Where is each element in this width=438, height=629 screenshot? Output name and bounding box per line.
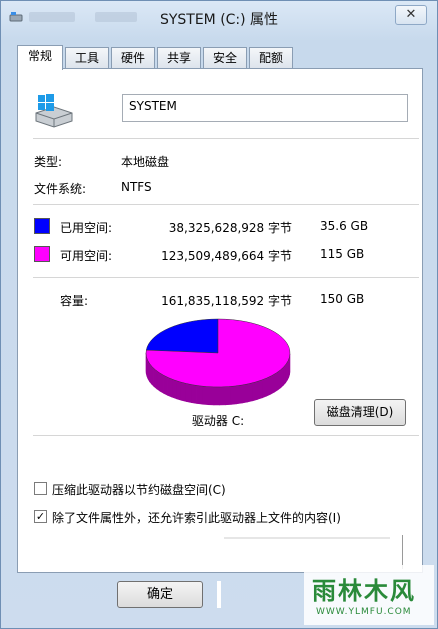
watermark-logo-text: 雨林木风: [312, 577, 416, 605]
watermark-url: WWW.YLMFU.COM: [316, 607, 412, 617]
volume-name-input[interactable]: SYSTEM: [122, 94, 408, 122]
disk-cleanup-button[interactable]: 磁盘清理(D): [314, 399, 406, 426]
pie-side-free: [230, 385, 238, 405]
free-space-size: 115 GB: [320, 247, 365, 261]
divider: [33, 138, 419, 139]
occluding-overlay-edge: [217, 581, 221, 608]
title-bar: SYSTEM (C:) 属性 ✕: [1, 1, 437, 35]
used-space-label: 已用空间:: [60, 221, 113, 235]
pie-side-free: [207, 386, 215, 406]
free-space-label: 可用空间:: [60, 249, 113, 263]
tab-security[interactable]: 安全: [203, 47, 247, 68]
disk-usage-pie-chart: [145, 318, 291, 406]
pie-side-free: [252, 380, 258, 402]
general-tab-panel: SYSTEM 类型: 本地磁盘 文件系统: NTFS 已用空间: 38,325,…: [17, 68, 423, 573]
pie-side-free: [176, 380, 182, 401]
used-space-bytes: 38,325,628,928 字节: [168, 221, 292, 235]
filesystem-value: NTFS: [121, 180, 152, 194]
tab-general[interactable]: 常规: [17, 45, 63, 70]
pie-side-free: [266, 375, 272, 397]
used-space-size: 35.6 GB: [320, 219, 369, 233]
pie-side-free: [202, 385, 209, 406]
pie-side-free: [159, 372, 164, 394]
pie-side-free: [185, 383, 192, 403]
index-checkbox[interactable]: ✓: [34, 510, 47, 523]
pie-slice-used: [145, 318, 219, 354]
properties-window: SYSTEM (C:) 属性 ✕ 常规 工具 硬件 共享 安全 配额 SYSTE…: [0, 0, 438, 629]
capacity-bytes: 161,835,118,592 字节: [161, 294, 292, 308]
window-title: SYSTEM (C:) 属性: [159, 12, 279, 28]
pie-side-free: [236, 384, 243, 405]
ok-button[interactable]: 确定: [117, 581, 203, 608]
tab-hardware[interactable]: 硬件: [111, 47, 155, 68]
tab-quota[interactable]: 配额: [249, 47, 293, 68]
index-checkbox-label: 除了文件属性外，还允许索引此驱动器上文件的内容(I): [52, 511, 341, 525]
pie-side-free: [156, 370, 161, 392]
pie-side-free: [283, 363, 286, 386]
tab-tools[interactable]: 工具: [65, 47, 109, 68]
pie-side-free: [241, 383, 248, 404]
drive-icon: [35, 94, 73, 128]
occluding-overlay-edge: [224, 537, 390, 539]
pie-side-free: [171, 378, 177, 400]
compress-checkbox-label: 压缩此驱动器以节约磁盘空间(C): [52, 483, 226, 497]
watermark: 雨林木风 WWW.YLMFU.COM: [304, 565, 434, 625]
pie-side-free: [274, 371, 279, 393]
compress-checkbox[interactable]: [34, 482, 47, 495]
pie-side-free: [153, 367, 158, 390]
capacity-size: 150 GB: [320, 292, 365, 306]
type-label: 类型:: [34, 155, 63, 169]
pie-side-free: [196, 385, 203, 405]
pie-side-free: [247, 382, 253, 403]
close-button[interactable]: ✕: [395, 5, 427, 25]
pie-side-free: [261, 377, 267, 399]
tab-sharing[interactable]: 共享: [157, 47, 201, 68]
divider: [33, 204, 419, 205]
pie-side-free: [219, 386, 226, 406]
pie-side-free: [167, 376, 173, 398]
free-space-bytes: 123,509,489,664 字节: [161, 249, 292, 263]
type-value: 本地磁盘: [121, 155, 170, 169]
free-space-swatch: [34, 246, 50, 262]
filesystem-label: 文件系统:: [34, 182, 87, 196]
pie-side-free: [191, 384, 198, 404]
pie-side-free: [270, 373, 275, 395]
pie-side-free: [277, 368, 282, 391]
occluding-overlay-edge: [402, 535, 403, 569]
capacity-label: 容量:: [60, 294, 89, 308]
divider: [33, 277, 419, 278]
divider: [33, 435, 419, 436]
pie-side-free: [163, 374, 168, 396]
pie-side-free: [257, 379, 263, 400]
pie-side-free: [225, 386, 232, 406]
drive-letter-label: 驱动器 C:: [191, 414, 245, 428]
pie-side-free: [151, 365, 155, 388]
pie-side-free: [213, 386, 220, 406]
pie-side-free: [280, 366, 284, 389]
used-space-swatch: [34, 218, 50, 234]
pie-side-free: [180, 381, 187, 402]
